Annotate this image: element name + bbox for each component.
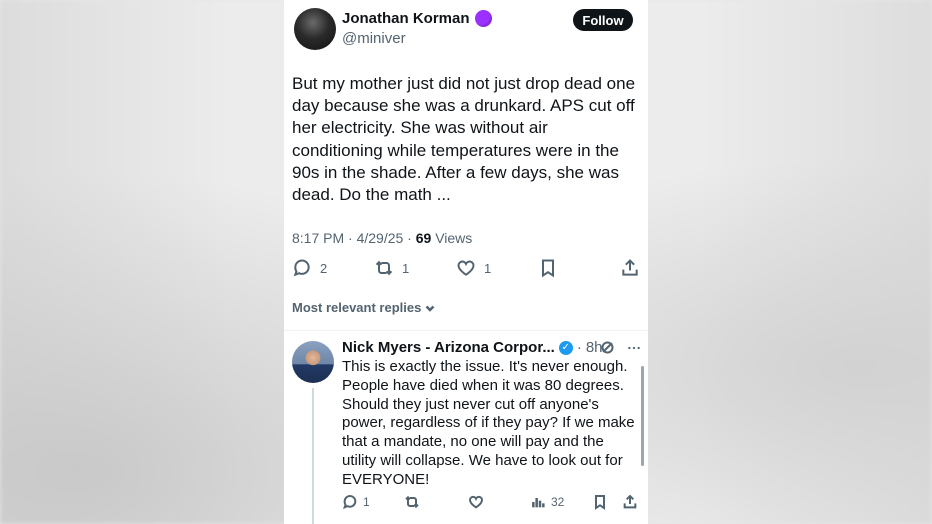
repost-count: 1 — [402, 260, 410, 276]
reply-count: 2 — [320, 260, 328, 276]
reply-dot: · — [576, 339, 582, 356]
divider — [284, 330, 648, 331]
like-button[interactable]: 1 — [456, 258, 491, 278]
reply-text: This is exactly the issue. It's never en… — [342, 358, 635, 488]
scrollbar[interactable] — [641, 366, 644, 466]
tweet-meta: 8:17 PM · 4/29/25 · 69 Views — [292, 230, 472, 246]
reply-views-button[interactable]: 32 — [530, 494, 564, 510]
tweet-text: But my mother just did not just drop dea… — [292, 74, 636, 205]
reply-author-name[interactable]: Nick Myers - Arizona Corpor... — [342, 339, 555, 356]
bookmark-button[interactable] — [538, 258, 558, 278]
reply-button[interactable]: 2 — [292, 258, 327, 278]
repost-icon — [404, 494, 420, 510]
views-label: Views — [431, 230, 473, 246]
bookmark-icon — [538, 258, 558, 278]
tweet-actions: 2 1 1 — [292, 258, 640, 282]
like-icon — [456, 258, 476, 278]
share-icon — [622, 494, 638, 510]
premium-badge-icon — [474, 10, 492, 27]
reply-icon — [342, 494, 358, 510]
views-icon — [530, 494, 546, 510]
thread-line — [312, 388, 314, 524]
reply-like-button[interactable] — [468, 494, 484, 510]
reply-bookmark-button[interactable] — [592, 494, 608, 510]
reply-reply-count: 1 — [363, 495, 370, 509]
reply-header: Nick Myers - Arizona Corpor... ✓ · 8h — [342, 339, 603, 356]
reply-icon — [292, 258, 312, 278]
author-name-row[interactable]: Jonathan Korman — [342, 10, 492, 27]
like-icon — [468, 494, 484, 510]
more-icon[interactable] — [627, 341, 641, 355]
chevron-down-icon — [424, 302, 436, 314]
follow-button[interactable]: Follow — [573, 9, 633, 31]
reply-share-button[interactable] — [622, 494, 638, 510]
reply-actions: 1 32 — [342, 494, 642, 512]
bookmark-icon — [592, 494, 608, 510]
author-name[interactable]: Jonathan Korman — [342, 10, 470, 27]
like-count: 1 — [484, 260, 492, 276]
views-count: 69 — [415, 230, 432, 246]
author-avatar[interactable] — [294, 8, 336, 50]
tweet-card: Jonathan Korman @miniver Follow But my m… — [284, 0, 648, 524]
reply-header-icons — [600, 340, 641, 355]
reply-author-avatar[interactable] — [292, 341, 334, 383]
author-handle[interactable]: @miniver — [342, 30, 406, 47]
repost-icon — [374, 258, 394, 278]
reply-repost-button[interactable] — [404, 494, 420, 510]
share-icon — [620, 258, 640, 278]
reply-reply-button[interactable]: 1 — [342, 494, 370, 510]
verified-icon: ✓ — [558, 340, 573, 355]
replies-sort-dropdown[interactable]: Most relevant replies — [292, 300, 436, 315]
tweet-timestamp[interactable]: 8:17 PM · 4/29/25 · — [292, 230, 416, 246]
grok-icon[interactable] — [600, 340, 615, 355]
replies-sort-label: Most relevant replies — [292, 300, 422, 315]
reply-views-count: 32 — [551, 495, 565, 509]
repost-button[interactable]: 1 — [374, 258, 409, 278]
share-button[interactable] — [620, 258, 640, 278]
